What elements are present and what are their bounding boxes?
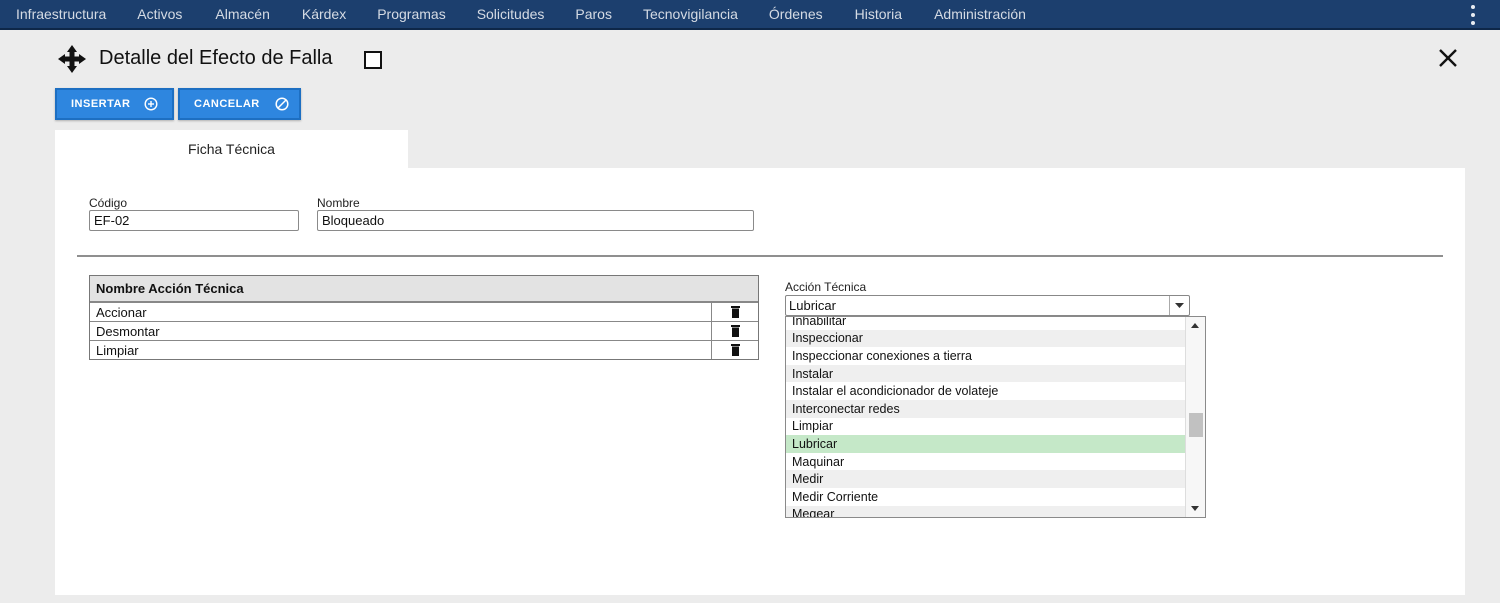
list-item-option[interactable]: Instalar xyxy=(786,364,1185,383)
tab-ficha-tecnica[interactable]: Ficha Técnica xyxy=(55,130,408,168)
options-scrollbar[interactable] xyxy=(1185,317,1205,517)
table-row[interactable]: Desmontar xyxy=(90,321,758,340)
acciones-tecnicas-table: Nombre Acción Técnica Accionar Desmontar… xyxy=(89,275,759,360)
trash-icon xyxy=(730,325,740,337)
plus-circle-icon xyxy=(144,97,158,111)
list-item-option[interactable]: Maquinar xyxy=(786,453,1185,471)
scroll-up-arrow-icon[interactable] xyxy=(1191,323,1199,328)
scrollbar-thumb[interactable] xyxy=(1189,413,1203,437)
delete-row-button[interactable] xyxy=(712,344,758,356)
table-row[interactable]: Accionar xyxy=(90,302,758,321)
trash-icon xyxy=(730,306,740,318)
list-item-option[interactable]: Medir Corriente xyxy=(786,488,1185,506)
list-item-option[interactable]: Inhabilitar xyxy=(786,317,1185,330)
list-item-option[interactable]: Instalar el acondicionador de volateje xyxy=(786,382,1185,400)
cancel-button-label: CANCELAR xyxy=(194,98,260,110)
list-item-option-selected[interactable]: Lubricar xyxy=(786,435,1185,453)
accion-tecnica-label: Acción Técnica xyxy=(785,280,867,294)
accion-tecnica-select[interactable]: Lubricar xyxy=(785,295,1190,316)
cancel-circle-icon xyxy=(275,97,289,111)
nav-item-historia[interactable]: Historia xyxy=(855,6,902,22)
delete-row-button[interactable] xyxy=(712,325,758,337)
list-item-option[interactable]: Interconectar redes xyxy=(786,399,1185,418)
move-arrows-icon[interactable] xyxy=(57,44,87,74)
nav-item-administracion[interactable]: Administración xyxy=(934,6,1026,22)
table-cell-nombre: Accionar xyxy=(90,303,712,321)
nav-item-programas[interactable]: Programas xyxy=(377,6,445,22)
list-item-option[interactable]: Limpiar xyxy=(786,418,1185,436)
insert-button[interactable]: INSERTAR xyxy=(55,88,174,120)
nombre-field[interactable] xyxy=(317,210,754,231)
list-item-option[interactable]: Inspeccionar conexiones a tierra xyxy=(786,347,1185,365)
nav-item-activos[interactable]: Activos xyxy=(137,6,182,22)
close-icon[interactable] xyxy=(1437,47,1459,69)
kebab-menu-icon[interactable] xyxy=(1470,5,1476,25)
list-item-option[interactable]: Medir xyxy=(786,470,1185,488)
delete-row-button[interactable] xyxy=(712,306,758,318)
insert-button-label: INSERTAR xyxy=(71,98,131,110)
codigo-label: Código xyxy=(89,196,128,210)
ficha-tecnica-panel xyxy=(55,168,1465,595)
nav-item-solicitudes[interactable]: Solicitudes xyxy=(477,6,545,22)
codigo-field[interactable] xyxy=(89,210,299,231)
accion-tecnica-options-list[interactable]: Inhabilitar Inspeccionar Inspeccionar co… xyxy=(785,316,1206,518)
table-header-nombre-accion: Nombre Acción Técnica xyxy=(90,276,758,302)
table-cell-nombre: Limpiar xyxy=(90,341,712,359)
trash-icon xyxy=(730,344,740,356)
cancel-button[interactable]: CANCELAR xyxy=(178,88,301,120)
checkbox-icon[interactable] xyxy=(364,51,382,69)
page-title: Detalle del Efecto de Falla xyxy=(99,47,333,69)
list-item-option[interactable]: Megear xyxy=(786,505,1185,517)
chevron-down-icon[interactable] xyxy=(1169,296,1189,315)
section-divider xyxy=(77,255,1443,257)
nav-item-paros[interactable]: Paros xyxy=(575,6,612,22)
nav-item-kardex[interactable]: Kárdex xyxy=(302,6,346,22)
nav-item-tecnovigilancia[interactable]: Tecnovigilancia xyxy=(643,6,738,22)
top-navigation-bar: Infraestructura Activos Almacén Kárdex P… xyxy=(0,0,1500,30)
list-item-option[interactable]: Inspeccionar xyxy=(786,329,1185,348)
nombre-label: Nombre xyxy=(317,196,360,210)
table-cell-nombre: Desmontar xyxy=(90,322,712,340)
accion-tecnica-selected-value: Lubricar xyxy=(789,298,836,313)
nav-item-almacen[interactable]: Almacén xyxy=(215,6,269,22)
table-row[interactable]: Limpiar xyxy=(90,340,758,359)
nav-item-ordenes[interactable]: Órdenes xyxy=(769,6,823,22)
scroll-down-arrow-icon[interactable] xyxy=(1191,506,1199,511)
nav-item-infraestructura[interactable]: Infraestructura xyxy=(16,6,106,22)
